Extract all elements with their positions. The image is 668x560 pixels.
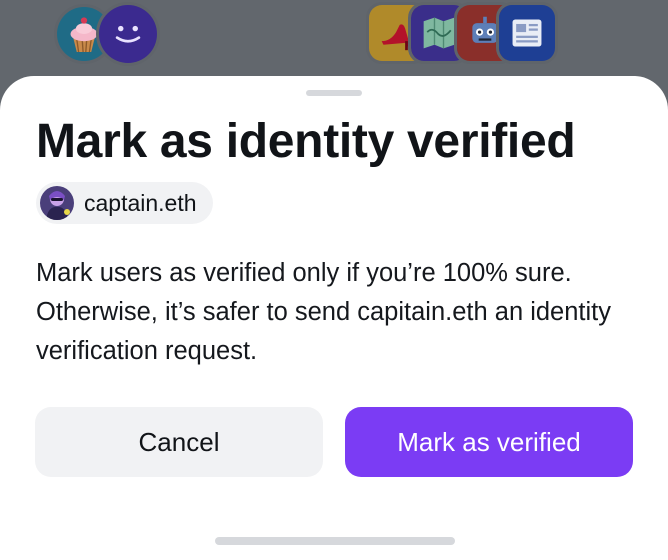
sheet-grabber[interactable]	[306, 90, 362, 96]
home-indicator	[215, 537, 455, 545]
mark-as-verified-button[interactable]: Mark as verified	[345, 407, 633, 477]
user-name: captain.eth	[84, 189, 197, 216]
identity-verification-sheet: Mark as identity verified captain.eth Ma…	[0, 76, 668, 560]
newspaper-icon	[496, 2, 558, 64]
cancel-button[interactable]: Cancel	[35, 407, 323, 477]
user-chip: captain.eth	[36, 182, 213, 224]
user-avatar-icon	[40, 186, 74, 220]
verification-message: Mark users as verified only if you’re 10…	[36, 259, 612, 365]
smiley-face-icon	[96, 2, 160, 66]
sheet-title: Mark as identity verified	[36, 115, 576, 168]
